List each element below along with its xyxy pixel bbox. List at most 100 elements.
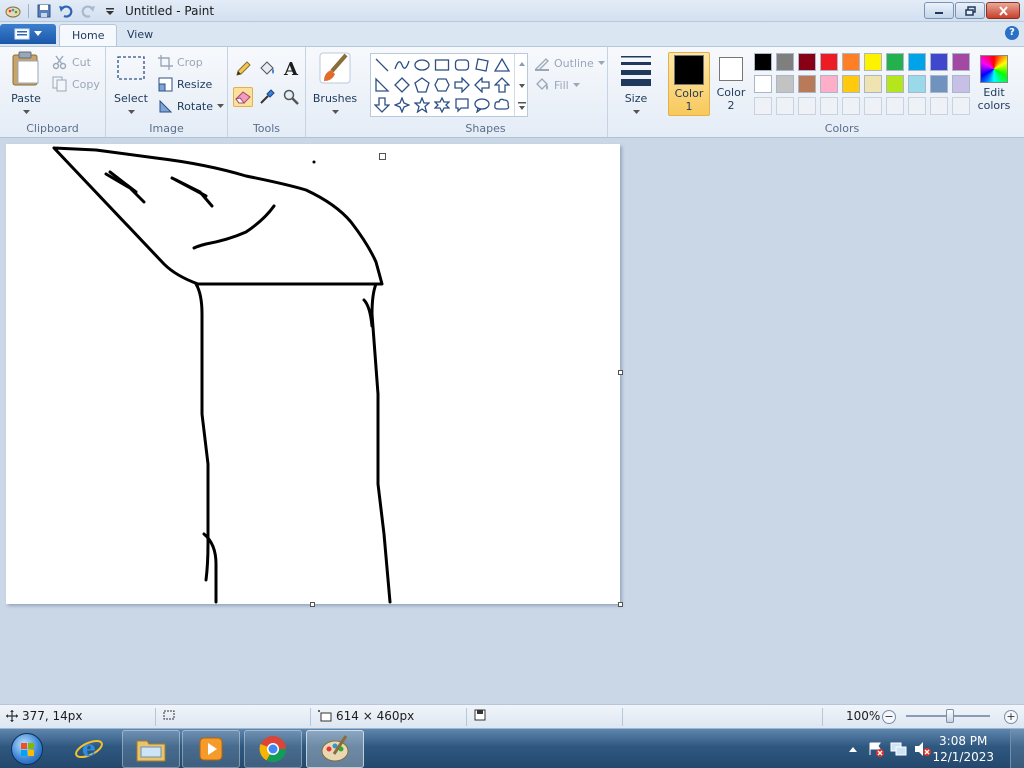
custom-color-slot[interactable]: [952, 97, 970, 115]
pencil-icon[interactable]: [233, 59, 253, 79]
hexagon-shape-icon[interactable]: [432, 75, 452, 95]
rectangle-shape-icon[interactable]: [432, 55, 452, 75]
paint-app-icon[interactable]: [4, 2, 22, 20]
media-player-icon[interactable]: [182, 730, 240, 768]
zoom-out-button[interactable]: −: [882, 710, 896, 724]
paint-menu-button[interactable]: [0, 24, 56, 44]
selection-handle[interactable]: [379, 153, 386, 160]
paste-button[interactable]: Paste: [6, 51, 46, 118]
palette-color-swatch[interactable]: [886, 53, 904, 71]
custom-color-slot[interactable]: [930, 97, 948, 115]
undo-icon[interactable]: [57, 2, 75, 20]
network-icon[interactable]: [890, 741, 908, 760]
down-arrow-shape-icon[interactable]: [372, 95, 392, 115]
tab-view[interactable]: View: [115, 24, 165, 46]
minimize-button[interactable]: [924, 2, 954, 19]
show-hidden-icons-icon[interactable]: [848, 743, 858, 756]
palette-color-swatch[interactable]: [952, 53, 970, 71]
help-icon[interactable]: ?: [1005, 26, 1019, 40]
custom-color-slot[interactable]: [842, 97, 860, 115]
custom-color-slot[interactable]: [754, 97, 772, 115]
chrome-icon[interactable]: [244, 730, 302, 768]
drawing-canvas[interactable]: [6, 144, 620, 604]
right-triangle-shape-icon[interactable]: [372, 75, 392, 95]
pentagon-shape-icon[interactable]: [412, 75, 432, 95]
fill-shape-button[interactable]: Fill: [534, 75, 580, 95]
palette-color-swatch[interactable]: [754, 75, 772, 93]
rotate-button[interactable]: Rotate: [158, 96, 225, 116]
custom-color-slot[interactable]: [776, 97, 794, 115]
file-explorer-icon[interactable]: [122, 730, 180, 768]
oval-callout-shape-icon[interactable]: [472, 95, 492, 115]
four-point-star-shape-icon[interactable]: [392, 95, 412, 115]
color-picker-icon[interactable]: [257, 87, 277, 107]
crop-button[interactable]: Crop: [158, 52, 203, 72]
resize-handle-right[interactable]: [618, 370, 623, 375]
palette-color-swatch[interactable]: [842, 75, 860, 93]
palette-color-swatch[interactable]: [864, 53, 882, 71]
palette-color-swatch[interactable]: [754, 53, 772, 71]
palette-color-swatch[interactable]: [776, 75, 794, 93]
diamond-shape-icon[interactable]: [392, 75, 412, 95]
palette-color-swatch[interactable]: [930, 53, 948, 71]
tab-home[interactable]: Home: [59, 24, 118, 46]
customize-qat-icon[interactable]: [101, 2, 119, 20]
volume-muted-icon[interactable]: [914, 741, 932, 760]
fill-icon[interactable]: [257, 59, 277, 79]
custom-color-slot[interactable]: [864, 97, 882, 115]
palette-color-swatch[interactable]: [798, 53, 816, 71]
rounded-rectangle-shape-icon[interactable]: [452, 55, 472, 75]
custom-color-slot[interactable]: [798, 97, 816, 115]
select-button[interactable]: Select: [112, 51, 150, 118]
resize-button[interactable]: Resize: [158, 74, 212, 94]
palette-color-swatch[interactable]: [820, 75, 838, 93]
show-desktop-button[interactable]: [1010, 729, 1024, 768]
canvas-workspace[interactable]: [0, 138, 1024, 704]
palette-color-swatch[interactable]: [864, 75, 882, 93]
action-center-icon[interactable]: [868, 741, 884, 760]
cut-button[interactable]: Cut: [52, 52, 91, 72]
copy-button[interactable]: Copy: [52, 74, 100, 94]
up-arrow-shape-icon[interactable]: [492, 75, 512, 95]
five-point-star-shape-icon[interactable]: [412, 95, 432, 115]
save-icon[interactable]: [35, 2, 53, 20]
right-arrow-shape-icon[interactable]: [452, 75, 472, 95]
redo-icon[interactable]: [79, 2, 97, 20]
color1-button[interactable]: Color 1: [668, 52, 710, 116]
color2-button[interactable]: Color 2: [710, 52, 752, 116]
left-arrow-shape-icon[interactable]: [472, 75, 492, 95]
palette-color-swatch[interactable]: [886, 75, 904, 93]
rounded-callout-shape-icon[interactable]: [452, 95, 472, 115]
resize-handle-bottom[interactable]: [310, 602, 315, 607]
eraser-icon[interactable]: [233, 87, 253, 107]
palette-color-swatch[interactable]: [908, 53, 926, 71]
size-button[interactable]: Size: [616, 51, 656, 118]
palette-color-swatch[interactable]: [930, 75, 948, 93]
oval-shape-icon[interactable]: [412, 55, 432, 75]
restore-button[interactable]: [955, 2, 985, 19]
zoom-in-button[interactable]: +: [1004, 710, 1018, 724]
triangle-shape-icon[interactable]: [492, 55, 512, 75]
palette-color-swatch[interactable]: [908, 75, 926, 93]
clock[interactable]: 3:08 PM 12/1/2023: [932, 733, 994, 765]
shapes-scrollbar[interactable]: [514, 54, 528, 116]
internet-explorer-icon[interactable]: e: [60, 730, 118, 768]
six-point-star-shape-icon[interactable]: [432, 95, 452, 115]
palette-color-swatch[interactable]: [952, 75, 970, 93]
outline-button[interactable]: Outline: [534, 53, 605, 73]
custom-color-slot[interactable]: [886, 97, 904, 115]
palette-color-swatch[interactable]: [776, 53, 794, 71]
custom-color-slot[interactable]: [820, 97, 838, 115]
resize-handle-corner[interactable]: [618, 602, 623, 607]
start-button[interactable]: [6, 731, 48, 767]
custom-color-slot[interactable]: [908, 97, 926, 115]
polygon-shape-icon[interactable]: [472, 55, 492, 75]
paint-icon[interactable]: [306, 730, 364, 768]
line-shape-icon[interactable]: [372, 55, 392, 75]
palette-color-swatch[interactable]: [820, 53, 838, 71]
curve-shape-icon[interactable]: [392, 55, 412, 75]
magnifier-icon[interactable]: [281, 87, 301, 107]
edit-colors-button[interactable]: Edit colors: [974, 52, 1014, 116]
palette-color-swatch[interactable]: [798, 75, 816, 93]
zoom-slider-thumb[interactable]: [946, 709, 954, 723]
